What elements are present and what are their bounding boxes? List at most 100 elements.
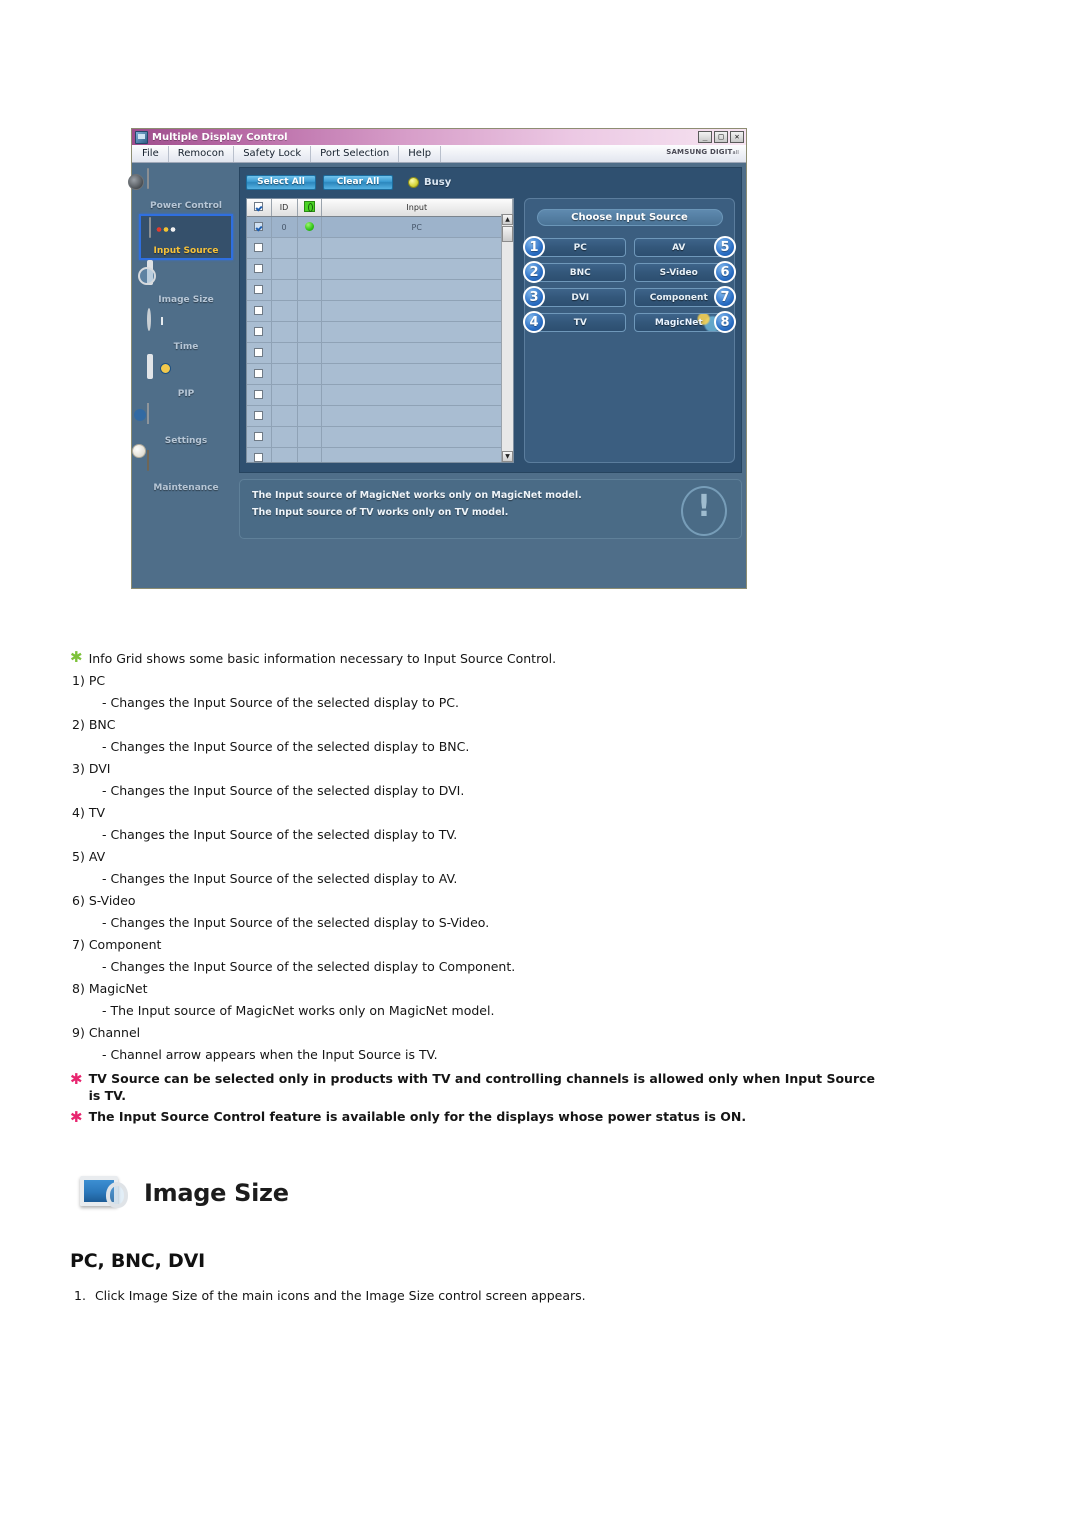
input-source-button-pc[interactable]: 1 PC [523,236,626,258]
list-item-desc: - The Input source of MagicNet works onl… [102,1003,495,1018]
step-line: 1. Click Image Size of the main icons and… [74,1288,586,1303]
list-item-num: 5) [72,849,85,864]
monitor-magnifier-icon [138,260,183,291]
table-row[interactable] [247,321,513,343]
scrollbar-thumb[interactable] [502,226,513,242]
sidebar-item-time[interactable]: Time [139,308,233,354]
sidebar-item-settings[interactable]: Settings [139,402,233,448]
list-item-title: S-Video [88,893,136,908]
menu-safety-lock[interactable]: Safety Lock [234,145,312,162]
clear-all-button[interactable]: Clear All [323,174,393,190]
row-checkbox[interactable] [247,426,272,448]
info-grid[interactable]: ID Input 0 PC ▲ ▼ [246,198,514,463]
info-grid-body: 0 PC [247,216,513,462]
bold-note-2-text: The Input Source Control feature is avai… [88,1109,747,1124]
row-power-led [297,363,322,385]
samsung-logo: SAMSUNG DIGITall [665,147,740,157]
list-item-desc: - Changes the Input Source of the select… [102,695,459,710]
header-id: ID [271,199,298,217]
table-row[interactable] [247,279,513,301]
sidebar-label-image-size: Image Size [158,295,214,305]
row-power-led [297,342,322,364]
row-checkbox[interactable] [247,363,272,385]
table-row[interactable] [247,426,513,448]
select-all-button[interactable]: Select All [246,174,316,190]
input-source-button-av[interactable]: 5 AV [633,236,736,258]
step-number: 1. [74,1288,86,1303]
sidebar-item-pip[interactable]: PIP [139,354,233,401]
menu-port-selection[interactable]: Port Selection [311,145,400,162]
input-source-button-s-video[interactable]: 6 S-Video [633,261,736,283]
input-source-label-pc: PC [573,242,587,253]
table-row[interactable] [247,300,513,322]
row-id [271,384,298,406]
sidebar-item-power-control[interactable]: Power Control [139,167,233,213]
sidebar-label-maintenance: Maintenance [153,483,219,493]
sidebar-item-input-source[interactable]: Input Source [139,214,233,260]
close-icon[interactable]: ✕ [730,131,744,143]
row-input: PC [321,216,513,238]
input-source-button-component[interactable]: 7 Component [633,286,736,308]
row-id [271,405,298,427]
input-source-button-tv[interactable]: 4 TV [523,311,626,333]
row-checkbox[interactable] [247,216,272,238]
list-item: 8) MagicNet [72,978,1030,1000]
app-note-box: The Input source of MagicNet works only … [239,479,742,539]
exclamation-icon [681,486,727,536]
menu-file[interactable]: File [132,145,169,162]
intro-note-text: Info Grid shows some basic information n… [88,651,557,666]
menu-remocon[interactable]: Remocon [169,145,235,162]
table-row[interactable] [247,237,513,259]
list-item: 4) TV [72,802,1030,824]
row-checkbox[interactable] [247,342,272,364]
grid-toolbar: Select All Clear All Busy [246,174,735,190]
choose-input-source-title: Choose Input Source [536,209,723,226]
grid-scrollbar[interactable]: ▲ ▼ [501,214,513,462]
list-item-title: PC [88,673,106,688]
row-checkbox[interactable] [247,279,272,301]
row-checkbox[interactable] [247,447,272,462]
list-item-desc: - Changes the Input Source of the select… [102,871,458,886]
green-star-icon: ✱ [70,648,83,666]
row-checkbox[interactable] [247,321,272,343]
scroll-down-icon[interactable]: ▼ [502,451,513,462]
row-power-led [297,321,322,343]
minimize-icon[interactable]: _ [698,131,712,143]
input-source-button-dvi[interactable]: 3 DVI [523,286,626,308]
menu-help[interactable]: Help [399,145,442,162]
table-row[interactable] [247,342,513,364]
row-input [321,258,513,280]
row-power-led [297,237,322,259]
maximize-icon[interactable]: □ [714,131,728,143]
row-checkbox[interactable] [247,300,272,322]
row-power-led [297,258,322,280]
table-row[interactable] [247,384,513,406]
input-source-label-bnc: BNC [569,267,591,278]
list-item-num: 9) [72,1025,85,1040]
list-item-title: TV [88,805,106,820]
row-checkbox[interactable] [247,405,272,427]
table-row[interactable] [247,363,513,385]
step-text: Click Image Size of the main icons and t… [94,1288,586,1303]
input-source-button-magicnet[interactable]: 8 MagicNet [633,311,736,333]
row-checkbox[interactable] [247,258,272,280]
row-checkbox[interactable] [247,237,272,259]
table-row[interactable] [247,447,513,462]
scroll-up-icon[interactable]: ▲ [502,214,513,225]
bold-note-2: ✱ The Input Source Control feature is av… [70,1108,1030,1127]
sidebar-label-pip: PIP [177,389,195,399]
badge-6: 6 [714,261,736,283]
header-select-all-checkbox[interactable] [247,199,272,217]
table-row[interactable] [247,405,513,427]
sidebar-item-image-size[interactable]: Image Size [138,260,233,307]
table-row[interactable] [247,258,513,280]
input-source-button-bnc[interactable]: 2 BNC [523,261,626,283]
row-power-led [297,300,322,322]
table-row[interactable]: 0 PC [247,216,513,238]
row-id [271,363,298,385]
clock-icon [147,308,183,338]
image-size-icon [78,1172,130,1214]
sidebar-item-maintenance[interactable]: Maintenance [139,449,233,495]
list-item: 1) PC [72,670,1030,692]
row-checkbox[interactable] [247,384,272,406]
